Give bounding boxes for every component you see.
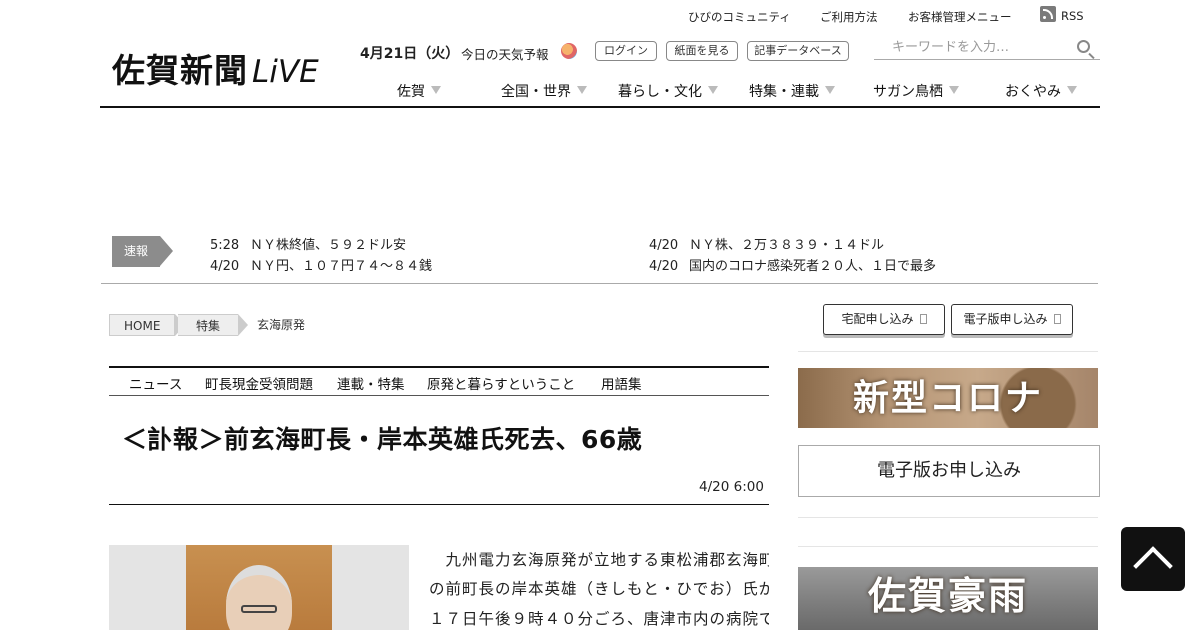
sidebar-divider xyxy=(798,517,1098,518)
utility-bar: ひびのコミュニティ ご利用方法 お客様管理メニュー RSS xyxy=(0,6,1200,26)
home-delivery-label: 宅配申し込み xyxy=(841,312,914,326)
caret-down-icon xyxy=(1067,86,1077,94)
article-body-line: の前町長の岸本英雄（きしもと・ひでお）氏が xyxy=(429,580,769,598)
corona-banner[interactable]: 新型コロナ xyxy=(798,368,1098,428)
breadcrumb-home[interactable]: HOME xyxy=(109,314,185,336)
nav-obituaries[interactable]: おくやみ xyxy=(1005,81,1077,101)
nav-saga[interactable]: 佐賀 xyxy=(397,81,441,101)
search-box xyxy=(874,36,1100,60)
subnav-news[interactable]: ニュース xyxy=(129,373,182,393)
home-delivery-button[interactable]: 宅配申し込み xyxy=(823,304,945,335)
article-body-line: １７日午後９時４０分ごろ、唐津市内の病院で xyxy=(429,610,769,628)
breaking-headline: ＮＹ株終値、５９２ドル安 xyxy=(250,238,407,253)
subnav-glossary[interactable]: 用語集 xyxy=(601,373,642,393)
nav-label: サガン鳥栖 xyxy=(873,84,943,100)
article-database-button[interactable]: 記事データベース xyxy=(747,41,849,61)
portrait-background xyxy=(186,545,332,630)
portrait-face xyxy=(226,565,292,630)
usage-link[interactable]: ご利用方法 xyxy=(820,9,878,25)
corona-banner-text: 新型コロナ xyxy=(852,377,1043,419)
section-divider xyxy=(101,283,1098,284)
nav-sagan-tosu[interactable]: サガン鳥栖 xyxy=(873,81,959,101)
sidebar-divider xyxy=(798,546,1098,547)
login-button[interactable]: ログイン xyxy=(595,41,657,61)
nav-features-series[interactable]: 特集・連載 xyxy=(749,81,835,101)
caret-down-icon xyxy=(577,86,587,94)
caret-down-icon xyxy=(825,86,835,94)
breadcrumb-current: 玄海原発 xyxy=(257,318,306,332)
sidebar-divider xyxy=(798,351,1098,352)
breadcrumb-feature[interactable]: 特集 xyxy=(178,314,248,336)
search-icon[interactable] xyxy=(1077,40,1090,53)
digital-subscription-button[interactable]: 電子版申し込み xyxy=(951,304,1073,335)
nav-label: 特集・連載 xyxy=(749,84,819,100)
nav-lifestyle-culture[interactable]: 暮らし・文化 xyxy=(618,81,718,101)
breaking-time: 4/20 xyxy=(210,259,240,274)
portrait-glasses xyxy=(241,605,277,613)
title-divider xyxy=(109,504,769,505)
header-divider xyxy=(100,106,1100,108)
back-to-top-button[interactable] xyxy=(1121,527,1185,591)
caret-down-icon xyxy=(708,86,718,94)
weather-icon[interactable] xyxy=(561,43,577,59)
breaking-headline: ＮＹ円、１０７円７４～８４銭 xyxy=(250,259,433,274)
saga-heavy-rain-text: 佐賀豪雨 xyxy=(867,573,1028,618)
saga-heavy-rain-banner[interactable]: 佐賀豪雨 xyxy=(798,567,1098,630)
article-title: ＜訃報＞前玄海町長・岸本英雄氏死去、66歳 xyxy=(122,425,643,454)
weather-link[interactable]: 今日の天気予報 xyxy=(461,44,549,63)
breaking-time: 5:28 xyxy=(210,238,240,253)
breaking-item[interactable]: 4/20 ＮＹ円、１０７円７４～８４銭 xyxy=(210,255,432,274)
caret-down-icon xyxy=(431,86,441,94)
breaking-item[interactable]: 4/20 国内のコロナ感染死者２０人、１日で最多 xyxy=(649,255,936,274)
digital-edition-signup[interactable]: 電子版お申し込み xyxy=(798,445,1100,497)
breaking-news-tag: 速報 xyxy=(112,236,173,267)
digital-subscription-label: 電子版申し込み xyxy=(963,312,1048,326)
article-date: 4/20 6:00 xyxy=(699,479,764,495)
nav-label: 暮らし・文化 xyxy=(618,84,702,100)
search-input[interactable] xyxy=(874,36,1064,59)
nav-national-world[interactable]: 全国・世界 xyxy=(501,81,587,101)
nav-label: 全国・世界 xyxy=(501,84,571,100)
breaking-headline: 国内のコロナ感染死者２０人、１日で最多 xyxy=(689,259,937,274)
breaking-time: 4/20 xyxy=(649,259,679,274)
breaking-headline: ＮＹ株、２万３８３９・１４ドル xyxy=(689,238,885,253)
subnav-mayor-cash-issue[interactable]: 町長現金受領問題 xyxy=(205,373,313,393)
subnav-living-with-nuclear[interactable]: 原発と暮らすということ xyxy=(427,373,575,393)
section-subnav: ニュース 町長現金受領問題 連載・特集 原発と暮らすということ 用語集 xyxy=(109,366,769,396)
view-paper-button[interactable]: 紙面を見る xyxy=(666,41,738,61)
article-photo[interactable] xyxy=(109,545,409,630)
breaking-time: 4/20 xyxy=(649,238,679,253)
rss-link[interactable]: RSS xyxy=(1061,9,1084,23)
nav-label: おくやみ xyxy=(1005,84,1061,100)
breaking-item[interactable]: 4/20 ＮＹ株、２万３８３９・１４ドル xyxy=(649,234,884,253)
external-link-icon xyxy=(1053,314,1061,324)
rss-icon[interactable] xyxy=(1040,6,1056,22)
nav-label: 佐賀 xyxy=(397,84,425,100)
article-body-line: 九州電力玄海原発が立地する東松浦郡玄海町 xyxy=(429,551,770,569)
main-nav: 佐賀 全国・世界 暮らし・文化 特集・連載 サガン鳥栖 おくやみ xyxy=(0,80,1200,100)
external-link-icon xyxy=(919,314,927,324)
subnav-series[interactable]: 連載・特集 xyxy=(337,373,405,393)
breaking-item[interactable]: 5:28 ＮＹ株終値、５９２ドル安 xyxy=(210,234,406,253)
community-link[interactable]: ひびのコミュニティ xyxy=(688,9,791,25)
caret-down-icon xyxy=(949,86,959,94)
account-menu-link[interactable]: お客様管理メニュー xyxy=(908,9,1012,25)
today-date: 4月21日（火） xyxy=(360,46,460,62)
